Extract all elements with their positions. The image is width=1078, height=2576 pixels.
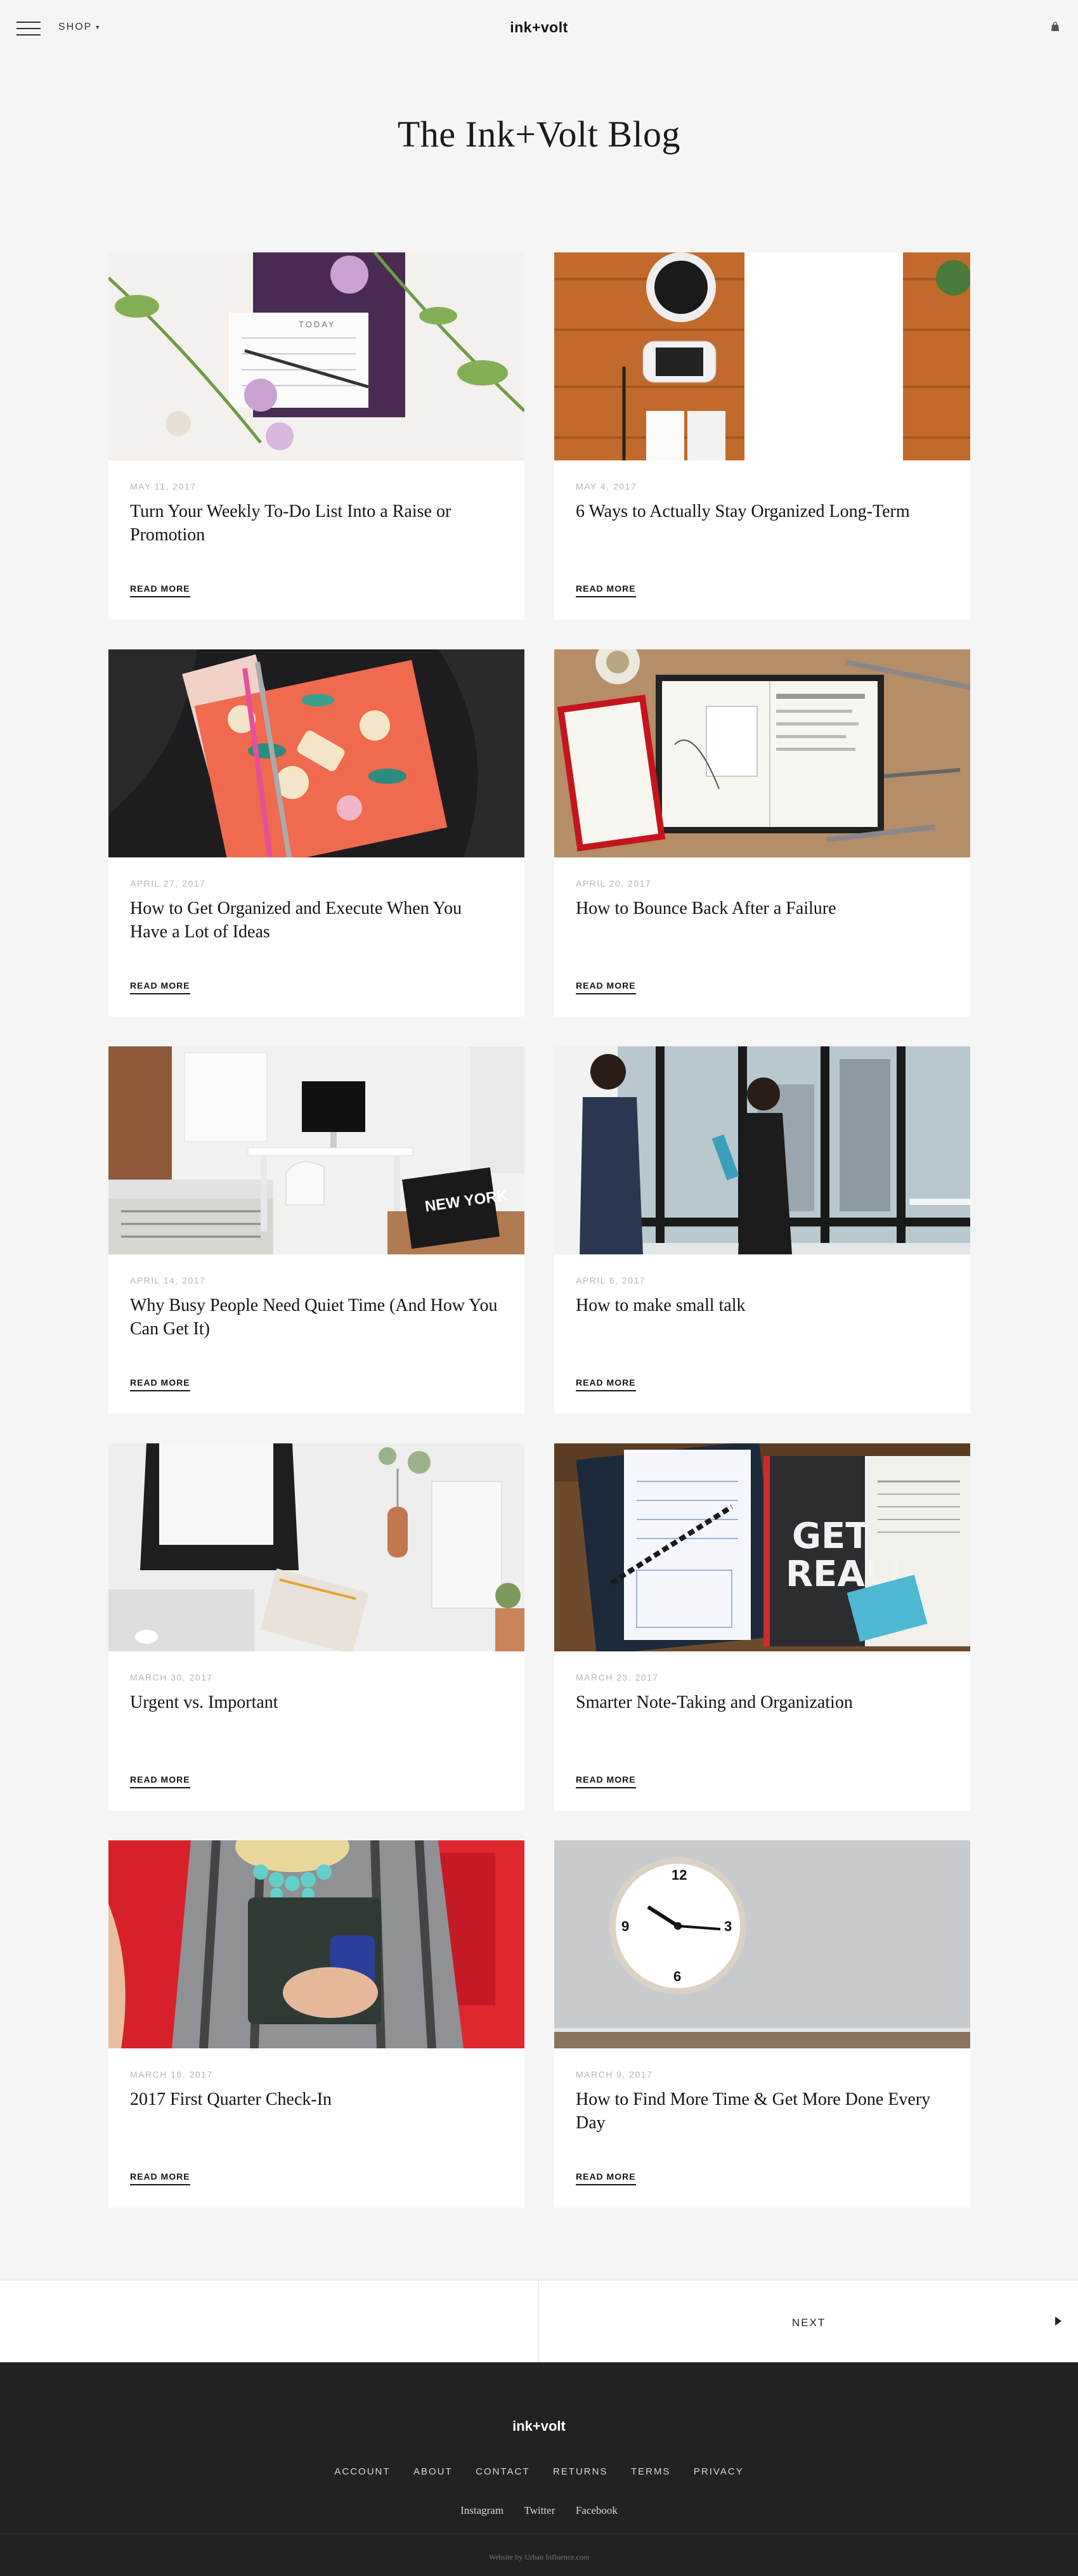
- post-date: MARCH 30, 2017: [130, 1672, 213, 1682]
- social-link-facebook[interactable]: Facebook: [576, 2504, 618, 2517]
- post-image-floral-notebook-bag[interactable]: [108, 649, 524, 857]
- shop-label: SHOP: [58, 22, 93, 32]
- post-title[interactable]: How to Find More Time & Get More Done Ev…: [576, 2088, 944, 2135]
- pagination-previous-empty: [0, 2280, 539, 2363]
- post-image-woman-holding-planner[interactable]: [108, 1840, 524, 2048]
- blog-post-card[interactable]: MARCH 16, 2017 2017 First Quarter Check-…: [108, 1840, 524, 2208]
- site-header: SHOP ▼ ink+volt: [0, 0, 1078, 58]
- post-date: APRIL 27, 2017: [130, 878, 206, 888]
- read-more-link[interactable]: READ MORE: [576, 980, 636, 994]
- post-title[interactable]: Smarter Note-Taking and Organization: [576, 1691, 944, 1714]
- footer-link-terms[interactable]: TERMS: [631, 2466, 671, 2477]
- post-date: MARCH 16, 2017: [130, 2069, 213, 2079]
- blog-post-card[interactable]: MARCH 30, 2017 Urgent vs. Important READ…: [108, 1443, 524, 1811]
- read-more-link[interactable]: READ MORE: [576, 1774, 636, 1788]
- post-image-notepad-get-real-book[interactable]: GET REAL!: [554, 1443, 970, 1651]
- footer-nav: ACCOUNT ABOUT CONTACT RETURNS TERMS PRIV…: [0, 2466, 1078, 2478]
- read-more-link[interactable]: READ MORE: [576, 1377, 636, 1391]
- blog-post-card[interactable]: 12 3 6 9 MARCH 9, 2017 How to Find More …: [554, 1840, 970, 2208]
- post-date: APRIL 20, 2017: [576, 878, 652, 888]
- svg-text:12: 12: [672, 1867, 687, 1883]
- post-image-white-desk-laptop[interactable]: [108, 1443, 524, 1651]
- footer-link-contact[interactable]: CONTACT: [476, 2466, 529, 2477]
- post-title[interactable]: 2017 First Quarter Check-In: [130, 2088, 498, 2111]
- pagination: NEXT: [0, 2280, 1078, 2363]
- read-more-link[interactable]: READ MORE: [130, 1774, 190, 1788]
- read-more-link[interactable]: READ MORE: [576, 583, 636, 597]
- svg-text:TODAY: TODAY: [299, 320, 336, 329]
- blog-post-card[interactable]: GET REAL! MARCH 23, 2017 Smarter Note-Ta…: [554, 1443, 970, 1811]
- blog-post-card[interactable]: NEW YORK APRIL 14, 2017 Why Busy People …: [108, 1046, 524, 1414]
- shopping-bag-icon[interactable]: [1050, 22, 1060, 32]
- svg-text:9: 9: [621, 1918, 629, 1934]
- shop-menu-button[interactable]: SHOP ▼: [58, 22, 101, 33]
- read-more-link[interactable]: READ MORE: [130, 1377, 190, 1391]
- next-page-button[interactable]: NEXT: [540, 2280, 1078, 2363]
- post-title[interactable]: Turn Your Weekly To-Do List Into a Raise…: [130, 500, 498, 547]
- blog-post-card[interactable]: TODAY MAY 11, 2017 Turn Your Weekly To-D…: [108, 252, 524, 620]
- read-more-link[interactable]: READ MORE: [130, 583, 190, 597]
- footer-link-privacy[interactable]: PRIVACY: [694, 2466, 744, 2477]
- read-more-link[interactable]: READ MORE: [576, 2171, 636, 2185]
- post-date: MAY 4, 2017: [576, 481, 637, 491]
- post-image-coffee-phone-desk[interactable]: [554, 252, 970, 460]
- social-link-instagram[interactable]: Instagram: [460, 2504, 503, 2517]
- site-logo[interactable]: ink+volt: [510, 19, 568, 36]
- social-link-twitter[interactable]: Twitter: [524, 2504, 555, 2517]
- svg-text:6: 6: [673, 1968, 681, 1984]
- play-arrow-icon: [1055, 2317, 1062, 2326]
- read-more-link[interactable]: READ MORE: [130, 980, 190, 994]
- post-title[interactable]: How to Get Organized and Execute When Yo…: [130, 897, 498, 944]
- post-title[interactable]: 6 Ways to Actually Stay Organized Long-T…: [576, 500, 944, 523]
- post-image-wall-clock[interactable]: 12 3 6 9: [554, 1840, 970, 2048]
- blog-post-grid: TODAY MAY 11, 2017 Turn Your Weekly To-D…: [108, 252, 970, 2208]
- post-title[interactable]: Why Busy People Need Quiet Time (And How…: [130, 1294, 498, 1341]
- svg-text:GET: GET: [792, 1516, 869, 1557]
- post-date: APRIL 14, 2017: [130, 1275, 206, 1285]
- post-title[interactable]: How to Bounce Back After a Failure: [576, 897, 944, 920]
- post-image-bedroom-workspace[interactable]: NEW YORK: [108, 1046, 524, 1254]
- footer-social-links: Instagram Twitter Facebook: [0, 2504, 1078, 2517]
- post-date: MARCH 23, 2017: [576, 1672, 659, 1682]
- post-image-people-talking-window[interactable]: [554, 1046, 970, 1254]
- post-date: APRIL 6, 2017: [576, 1275, 646, 1285]
- blog-post-card[interactable]: APRIL 20, 2017 How to Bounce Back After …: [554, 649, 970, 1017]
- footer-link-account[interactable]: ACCOUNT: [334, 2466, 390, 2477]
- svg-text:3: 3: [724, 1918, 732, 1934]
- post-title[interactable]: How to make small talk: [576, 1294, 944, 1317]
- footer-link-returns[interactable]: RETURNS: [553, 2466, 608, 2477]
- page-title: The Ink+Volt Blog: [397, 114, 681, 155]
- next-label: NEXT: [791, 2317, 826, 2329]
- post-image-open-planner-tools[interactable]: [554, 649, 970, 857]
- post-date: MARCH 9, 2017: [576, 2069, 653, 2079]
- footer-link-about[interactable]: ABOUT: [413, 2466, 453, 2477]
- blog-post-card[interactable]: APRIL 6, 2017 How to make small talk REA…: [554, 1046, 970, 1414]
- blog-post-card[interactable]: APRIL 27, 2017 How to Get Organized and …: [108, 649, 524, 1017]
- read-more-link[interactable]: READ MORE: [130, 2171, 190, 2185]
- post-image-planner-with-flowers[interactable]: TODAY: [108, 252, 524, 460]
- blog-post-card[interactable]: MAY 4, 2017 6 Ways to Actually Stay Orga…: [554, 252, 970, 620]
- footer-credit[interactable]: Website by Urban Influence.com: [0, 2553, 1078, 2562]
- chevron-down-icon: ▼: [94, 23, 102, 30]
- post-title[interactable]: Urgent vs. Important: [130, 1691, 498, 1714]
- post-date: MAY 11, 2017: [130, 481, 197, 491]
- hamburger-menu-icon[interactable]: [16, 22, 41, 37]
- footer-logo[interactable]: ink+volt: [0, 2418, 1078, 2435]
- site-footer: ink+volt ACCOUNT ABOUT CONTACT RETURNS T…: [0, 2362, 1078, 2576]
